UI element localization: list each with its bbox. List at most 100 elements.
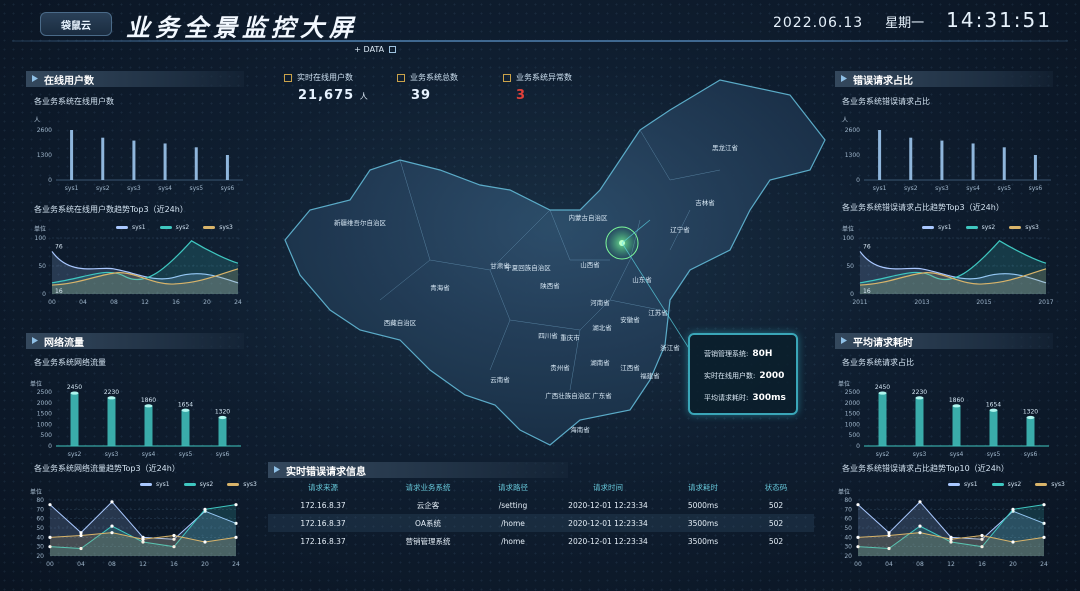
legend-item[interactable]: sys3 [227,481,257,488]
bar [218,417,227,446]
x-tick-label: sys4 [142,451,156,458]
legend-item[interactable]: sys3 [1035,481,1065,488]
bar [194,147,198,180]
bar-cap [144,404,153,408]
bar [1026,417,1035,446]
table-row[interactable]: 172.16.8.37 OA系统/home 2020-12-01 12:23:34 3… [268,514,814,532]
y-tick-label: 2600 [845,127,860,134]
y-tick-label: 50 [846,263,854,270]
bar [915,397,924,446]
data-tag: + DATA [344,45,406,54]
bar-cap [181,408,190,412]
y-tick-label: 2000 [37,400,52,407]
x-tick-label: 16 [978,561,986,568]
y-tick-label: 1300 [37,152,52,159]
x-tick-label: 00 [854,561,862,568]
data-point [110,524,114,528]
y-tick-label: 0 [48,177,52,184]
province-label: 江西省 [620,363,640,372]
x-tick-label: 00 [46,561,54,568]
province-label: 新疆维吾尔自治区 [334,218,387,227]
province-label: 山西省 [580,260,600,269]
y-tick-label: 40 [36,534,44,541]
data-point [234,503,238,507]
x-tick-label: sys5 [189,185,203,192]
province-label: 安徽省 [620,315,640,324]
y-tick-label: 100 [35,235,47,242]
x-tick-label: sys4 [950,451,964,458]
trend-chart-error-ratio: 100 50 02011 2013 2015 2017 76 16 [843,235,1054,306]
x-tick-label: 16 [170,561,178,568]
bar [70,130,74,180]
bar [225,155,229,180]
legend-item[interactable]: sys3 [1009,224,1039,231]
legend-item[interactable]: sys1 [948,481,978,488]
bar [971,143,975,180]
x-tick-label: sys6 [216,451,230,458]
data-point [856,535,860,539]
province-label: 四川省 [538,331,558,340]
x-tick-label: sys6 [1029,185,1043,192]
x-tick-label: sys2 [68,451,82,458]
table-row[interactable]: 172.16.8.37 营销管理系统/home 2020-12-01 12:23:3… [268,532,814,550]
y-tick-label: 1300 [845,152,860,159]
y-tick-label: 20 [36,553,44,560]
x-tick-label: sys3 [913,451,927,458]
x-tick-label: 00 [48,299,56,306]
page-title: 业务全景监控大屏 [126,14,358,42]
panel-marker-icon [32,337,38,344]
data-point [203,507,207,511]
data-label: 1860 [949,397,964,404]
legend-item[interactable]: sys2 [159,224,189,231]
legend-item[interactable]: sys1 [140,481,170,488]
y-tick-label: 50 [844,525,852,532]
header: 袋鼠云 业务全景监控大屏 2022.06.13 星期一 14:31:51 [0,0,1080,46]
panel-online-users-header: 在线用户数 [26,71,244,87]
data-point [79,533,83,538]
x-tick-label: sys3 [935,185,949,192]
logo-text: 袋鼠云 [61,20,91,32]
data-point [887,533,891,538]
x-tick-label: sys3 [127,185,141,192]
panel-network-header: 网络流量 [26,333,244,349]
y-tick-label: 50 [36,525,44,532]
province-label: 贵州省 [550,363,570,372]
x-tick-label: 2011 [852,299,867,306]
x-tick-label: 20 [203,299,211,306]
y-tick-label: 100 [843,235,855,242]
legend-item[interactable]: sys2 [183,481,213,488]
data-label: 16 [55,288,63,295]
legend-item[interactable]: sys2 [965,224,995,231]
data-point [918,524,922,528]
x-tick-label: 24 [1040,561,1048,568]
legend-item[interactable]: sys1 [116,224,146,231]
x-tick-label: 12 [139,561,147,568]
bar-cap [989,408,998,412]
x-tick-label: sys2 [876,451,890,458]
y-tick-label: 50 [38,263,46,270]
info-row: 实时在线用户数: 2000 [704,371,785,381]
y-tick-label: 1500 [37,411,52,418]
x-tick-label: sys1 [873,185,887,192]
data-toggle-icon[interactable] [388,46,396,53]
province-label: 广东省 [592,391,612,400]
legend-item[interactable]: sys3 [203,224,233,231]
bar [940,140,944,180]
legend-item[interactable]: sys1 [922,224,952,231]
province-label: 黑龙江省 [712,143,739,152]
errors-table: 请求来源 请求业务系统 请求路径 请求时间 请求耗时 状态码 172.16.8.37 云企客… [268,462,814,550]
table-row[interactable]: 172.16.8.37 云企客/setting 2020-12-01 12:23:3… [268,496,814,514]
bar [1002,147,1006,180]
subtitle: 各业务系统错误请求占比趋势Top10（近24h） [842,464,1009,473]
x-tick-label: 2017 [1038,299,1053,306]
legend-item[interactable]: sys2 [991,481,1021,488]
data-point [203,540,207,544]
data-label: 1654 [178,401,193,408]
data-point [980,533,984,538]
data-point [110,500,114,504]
trend-chart-online-users: 100 50 000 04 08 12 16 20 24 76 16 [35,235,242,306]
data-label: 1320 [215,408,230,415]
system-info-box[interactable]: 营销管理系统: 80H 实时在线用户数: 2000 平均请求耗时: 300ms [688,333,798,415]
data-point [918,500,922,504]
bar [1033,155,1037,180]
